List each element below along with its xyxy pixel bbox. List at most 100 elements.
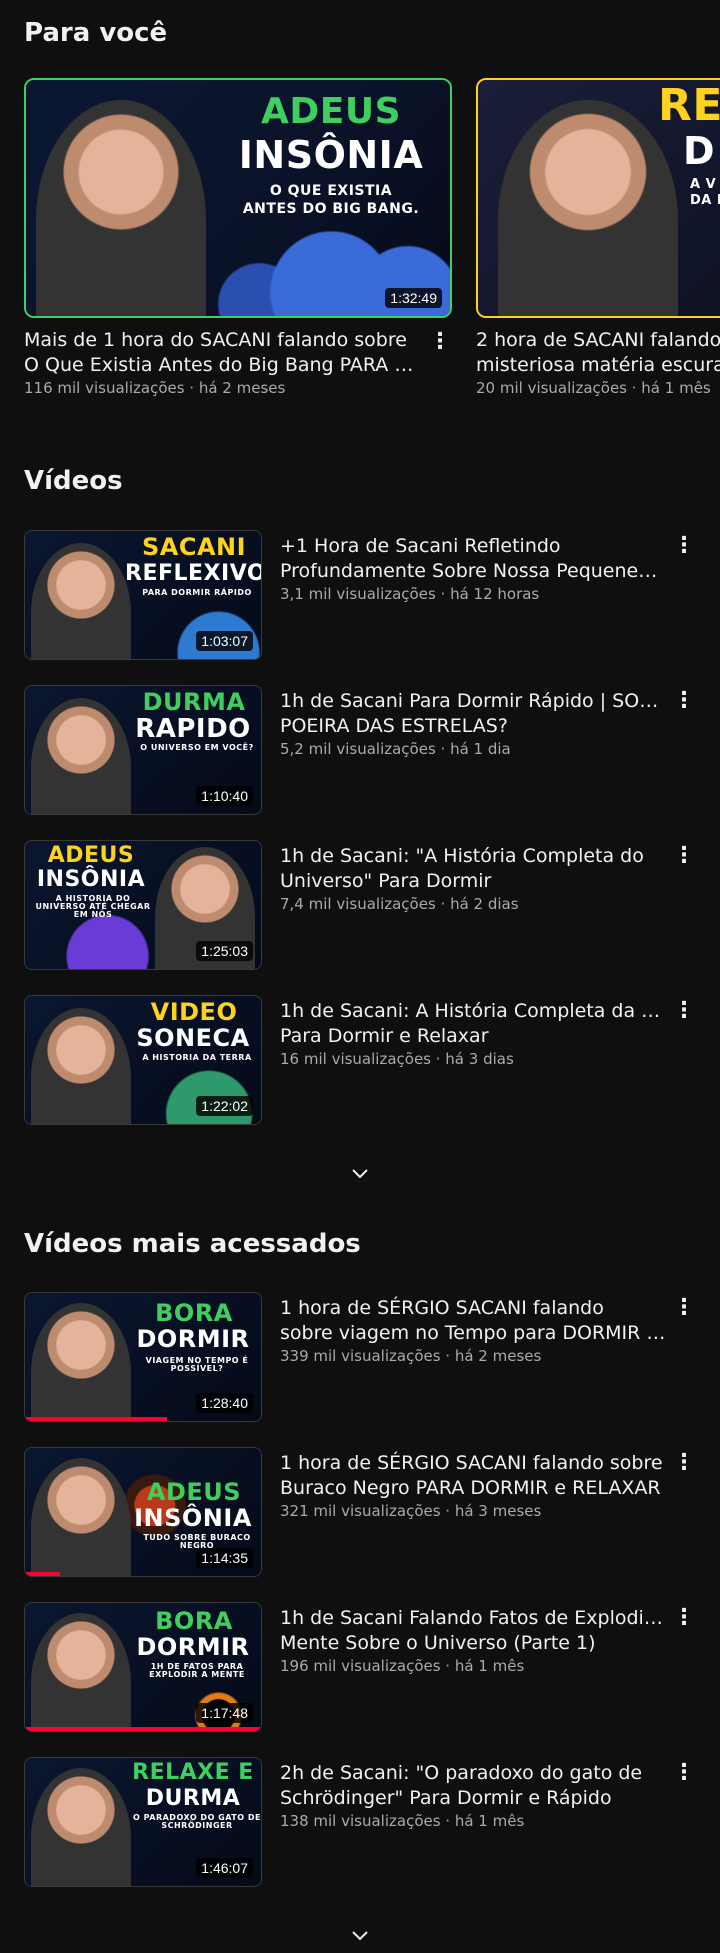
thumb-subtitle: DA I	[690, 193, 720, 208]
thumb-subtitle: O QUE EXISTIA	[269, 183, 393, 199]
duration-badge: 1:03:07	[196, 631, 253, 651]
thumb-headline: DORMIR	[136, 1633, 250, 1661]
more-vert-icon[interactable]: ⋮	[672, 534, 696, 558]
video-thumbnail[interactable]: BORA DORMIR VIAGEM NO TEMPO É POSSÍVEL? …	[24, 1292, 262, 1422]
duration-badge: 1:32:49	[385, 288, 442, 308]
watch-progress-bar	[25, 1417, 167, 1421]
section-title-popular: Vídeos mais acessados	[24, 1229, 361, 1259]
more-vert-icon[interactable]: ⋮	[672, 999, 696, 1023]
chevron-down-icon[interactable]	[348, 1924, 372, 1948]
video-title[interactable]: misteriosa matéria escura	[476, 353, 720, 378]
thumb-subtitle: A HISTORIA DO UNIVERSO ATÉ CHEGAR EM NÓS	[35, 894, 151, 919]
more-vert-icon[interactable]: ⋮	[428, 330, 452, 354]
watch-progress-bar	[25, 1727, 261, 1731]
thumb-subtitle: PARA DORMIR RÁPIDO	[142, 588, 252, 597]
video-title[interactable]: 2 hora de SACANI falando	[476, 328, 720, 353]
thumb-subtitle: VIAGEM NO TEMPO É POSSÍVEL?	[145, 1356, 249, 1373]
chevron-down-icon[interactable]	[348, 1162, 372, 1186]
thumb-headline: ADEUS	[146, 1478, 242, 1506]
list-item[interactable]: RELAXE E DURMA O PARADOXO DO GATO DE SCH…	[24, 1757, 696, 1887]
list-item[interactable]: SACANI REFLEXIVO PARA DORMIR RÁPIDO 1:03…	[24, 530, 696, 660]
thumb-headline: RAPIDO	[135, 714, 251, 744]
thumb-headline: DORMIR	[136, 1325, 250, 1353]
video-title[interactable]: 1h de Sacani: A História Completa da Ter…	[280, 999, 666, 1049]
more-vert-icon[interactable]: ⋮	[672, 844, 696, 868]
shelf-card[interactable]: ADEUS INSÔNIA O QUE EXISTIA ANTES DO BIG…	[24, 78, 452, 398]
duration-badge: 1:25:03	[196, 941, 253, 961]
duration-badge: 1:46:07	[196, 1858, 253, 1878]
thumb-headline: D	[683, 129, 716, 173]
video-title[interactable]: 1h de Sacani Falando Fatos de Explodir a…	[280, 1606, 666, 1656]
thumb-headline: INSÔNIA	[238, 133, 424, 177]
thumb-headline: INSÔNIA	[134, 1504, 252, 1532]
list-item[interactable]: BORA DORMIR VIAGEM NO TEMPO É POSSÍVEL? …	[24, 1292, 696, 1422]
duration-badge: 1:22:02	[196, 1096, 253, 1116]
thumb-headline: BORA	[155, 1299, 233, 1327]
list-item[interactable]: BORA DORMIR 1H DE FATOS PARA EXPLODIR A …	[24, 1602, 696, 1732]
thumb-subtitle: A V	[690, 177, 717, 192]
video-meta: 7,4 mil visualizações · há 2 dias	[280, 895, 519, 913]
video-title[interactable]: O Que Existia Antes do Big Bang PARA D..…	[24, 353, 424, 378]
thumb-headline: INSÔNIA	[36, 867, 146, 892]
video-title[interactable]: 2h de Sacani: "O paradoxo do gato de Sch…	[280, 1761, 666, 1811]
section-title-for-you: Para você	[24, 18, 168, 48]
more-vert-icon[interactable]: ⋮	[672, 1606, 696, 1630]
thumb-headline: VIDEO	[150, 998, 238, 1026]
video-meta: 5,2 mil visualizações · há 1 dia	[280, 740, 511, 758]
thumb-headline: ADEUS	[261, 91, 401, 132]
video-title[interactable]: +1 Hora de Sacani Refletindo Profundamen…	[280, 534, 666, 584]
thumb-headline: DURMA	[145, 1786, 241, 1811]
thumb-subtitle: ANTES DO BIG BANG.	[242, 201, 420, 217]
video-meta: 3,1 mil visualizações · há 12 horas	[280, 585, 540, 603]
thumb-headline: RE	[658, 80, 720, 131]
thumb-headline: SACANI	[141, 533, 247, 561]
list-item[interactable]: ADEUS INSÔNIA A HISTORIA DO UNIVERSO ATÉ…	[24, 840, 696, 970]
video-meta: 116 mil visualizações · há 2 meses	[24, 379, 286, 397]
more-vert-icon[interactable]: ⋮	[672, 1451, 696, 1475]
video-thumbnail[interactable]: BORA DORMIR 1H DE FATOS PARA EXPLODIR A …	[24, 1602, 262, 1732]
video-meta: 196 mil visualizações · há 1 mês	[280, 1657, 525, 1675]
video-thumbnail[interactable]: SACANI REFLEXIVO PARA DORMIR RÁPIDO 1:03…	[24, 530, 262, 660]
video-meta: 321 mil visualizações · há 3 meses	[280, 1502, 542, 1520]
video-thumbnail[interactable]: ADEUS INSÔNIA O QUE EXISTIA ANTES DO BIG…	[24, 78, 452, 318]
video-title[interactable]: 1h de Sacani: "A História Completa do Un…	[280, 844, 666, 894]
list-item[interactable]: VIDEO SONECA A HISTORIA DA TERRA 1:22:02…	[24, 995, 696, 1125]
video-meta: 16 mil visualizações · há 3 dias	[280, 1050, 514, 1068]
video-meta: 20 mil visualizações · há 1 mês	[476, 379, 711, 397]
thumb-headline: SONECA	[136, 1024, 250, 1052]
video-title[interactable]: 1 hora de SÉRGIO SACANI falando sobre Bu…	[280, 1451, 666, 1501]
watch-progress-bar	[25, 1572, 61, 1576]
thumb-headline: REFLEXIVO	[125, 561, 262, 586]
list-item[interactable]: ADEUS INSÔNIA TUDO SOBRE BURACO NEGRO 1:…	[24, 1447, 696, 1577]
duration-badge: 1:28:40	[196, 1393, 253, 1413]
video-title[interactable]: 1 hora de SÉRGIO SACANI falando sobre vi…	[280, 1296, 666, 1346]
list-item[interactable]: DURMA RAPIDO O UNIVERSO EM VOCÊ? 1:10:40…	[24, 685, 696, 815]
video-thumbnail[interactable]: ADEUS INSÔNIA A HISTORIA DO UNIVERSO ATÉ…	[24, 840, 262, 970]
video-meta: 339 mil visualizações · há 2 meses	[280, 1347, 542, 1365]
more-vert-icon[interactable]: ⋮	[672, 1296, 696, 1320]
video-title[interactable]: Mais de 1 hora do SACANI falando sobre	[24, 328, 424, 353]
video-thumbnail[interactable]: RELAXE E DURMA O PARADOXO DO GATO DE SCH…	[24, 1757, 262, 1887]
thumb-headline: ADEUS	[47, 843, 135, 868]
thumb-subtitle: O UNIVERSO EM VOCÊ?	[140, 743, 254, 752]
thumb-headline: RELAXE E	[132, 1760, 254, 1785]
video-title[interactable]: 1h de Sacani Para Dormir Rápido | SOMOS …	[280, 689, 666, 739]
thumb-headline: BORA	[155, 1607, 233, 1635]
section-title-videos: Vídeos	[24, 466, 123, 496]
video-thumbnail[interactable]: ADEUS INSÔNIA TUDO SOBRE BURACO NEGRO 1:…	[24, 1447, 262, 1577]
duration-badge: 1:17:48	[196, 1703, 253, 1723]
thumb-subtitle: A HISTORIA DA TERRA	[142, 1053, 252, 1062]
video-thumbnail[interactable]: RE D A V DA I	[476, 78, 720, 318]
thumb-headline: DURMA	[142, 688, 246, 716]
video-thumbnail[interactable]: VIDEO SONECA A HISTORIA DA TERRA 1:22:02	[24, 995, 262, 1125]
shelf-card[interactable]: RE D A V DA I 2 hora de SACANI falando m…	[476, 78, 720, 398]
for-you-shelf: ADEUS INSÔNIA O QUE EXISTIA ANTES DO BIG…	[24, 78, 720, 408]
more-vert-icon[interactable]: ⋮	[672, 1761, 696, 1785]
duration-badge: 1:10:40	[196, 786, 253, 806]
duration-badge: 1:14:35	[196, 1548, 253, 1568]
video-meta: 138 mil visualizações · há 1 mês	[280, 1812, 525, 1830]
thumb-subtitle: 1H DE FATOS PARA EXPLODIR A MENTE	[149, 1662, 245, 1679]
more-vert-icon[interactable]: ⋮	[672, 689, 696, 713]
thumb-subtitle: O PARADOXO DO GATO DE SCHRÖDINGER	[133, 1813, 261, 1830]
video-thumbnail[interactable]: DURMA RAPIDO O UNIVERSO EM VOCÊ? 1:10:40	[24, 685, 262, 815]
